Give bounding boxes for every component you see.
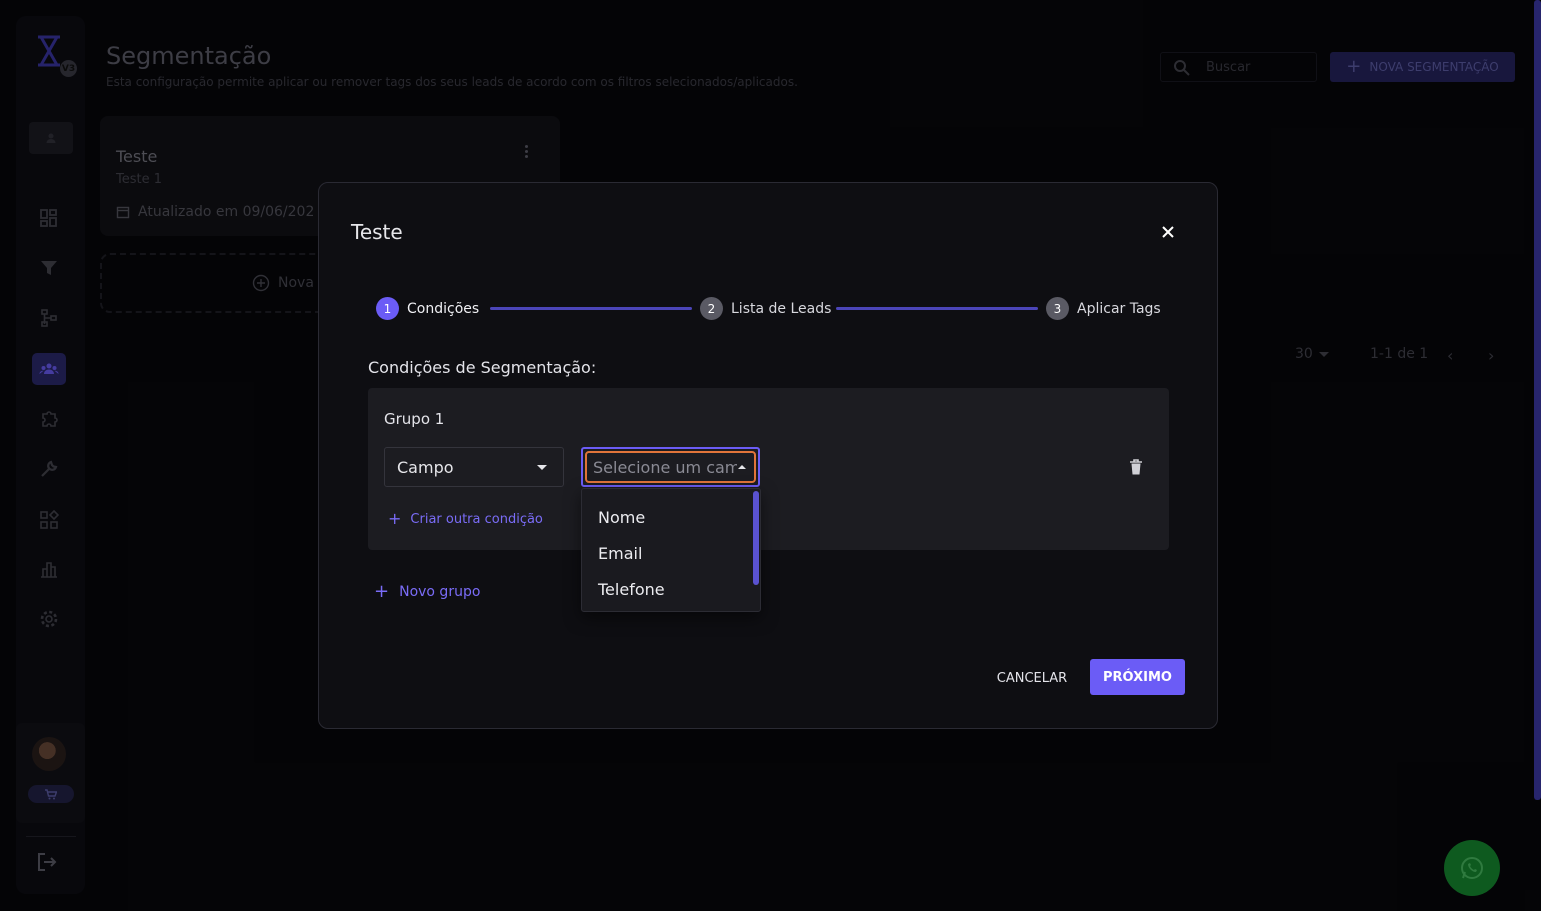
- condition-type-value: Campo: [397, 457, 454, 477]
- cancel-button[interactable]: CANCELAR: [987, 660, 1077, 696]
- option-nome[interactable]: Nome: [598, 508, 645, 527]
- step-number: 1: [376, 297, 399, 320]
- step-label: Aplicar Tags: [1077, 300, 1161, 317]
- group-title: Grupo 1: [384, 410, 445, 428]
- option-email[interactable]: Email: [598, 544, 642, 563]
- close-button[interactable]: [1157, 221, 1179, 243]
- chevron-down-icon: [537, 465, 547, 470]
- segmentation-dialog: Teste 1 Condições 2 Lista de Leads 3 Apl…: [318, 182, 1218, 729]
- step-number: 2: [700, 297, 723, 320]
- conditions-title: Condições de Segmentação:: [368, 358, 597, 377]
- plus-icon: +: [388, 509, 402, 528]
- field-options-menu: Nome Email Telefone: [581, 488, 761, 612]
- field-select-focus: [585, 451, 756, 483]
- plus-icon: +: [374, 581, 390, 602]
- step-connector: [490, 307, 692, 310]
- condition-type-select[interactable]: Campo: [384, 447, 564, 487]
- step-conditions[interactable]: 1 Condições: [376, 297, 479, 320]
- chevron-up-icon[interactable]: [738, 465, 746, 469]
- close-icon: [1162, 226, 1174, 238]
- add-condition-label: Criar outra condição: [410, 511, 543, 527]
- whatsapp-button[interactable]: [1444, 840, 1500, 896]
- field-select[interactable]: [581, 447, 760, 487]
- next-button[interactable]: PRÓXIMO: [1090, 659, 1185, 695]
- delete-icon[interactable]: [1128, 458, 1144, 476]
- add-group-button[interactable]: + Novo grupo: [374, 583, 480, 601]
- condition-group: Grupo 1 Campo + Criar outra condição: [368, 388, 1169, 550]
- step-number: 3: [1046, 297, 1069, 320]
- dropdown-scrollbar[interactable]: [753, 491, 759, 585]
- step-connector: [836, 307, 1038, 310]
- step-label: Lista de Leads: [731, 300, 832, 317]
- field-select-input[interactable]: [587, 457, 737, 477]
- step-apply-tags[interactable]: 3 Aplicar Tags: [1046, 297, 1161, 320]
- step-label: Condições: [407, 300, 480, 317]
- add-group-label: Novo grupo: [399, 584, 481, 600]
- whatsapp-icon: [1461, 857, 1483, 879]
- option-telefone[interactable]: Telefone: [598, 580, 665, 599]
- step-leads-list[interactable]: 2 Lista de Leads: [700, 297, 831, 320]
- add-condition-button[interactable]: + Criar outra condição: [388, 511, 543, 527]
- dialog-title: Teste: [351, 220, 403, 244]
